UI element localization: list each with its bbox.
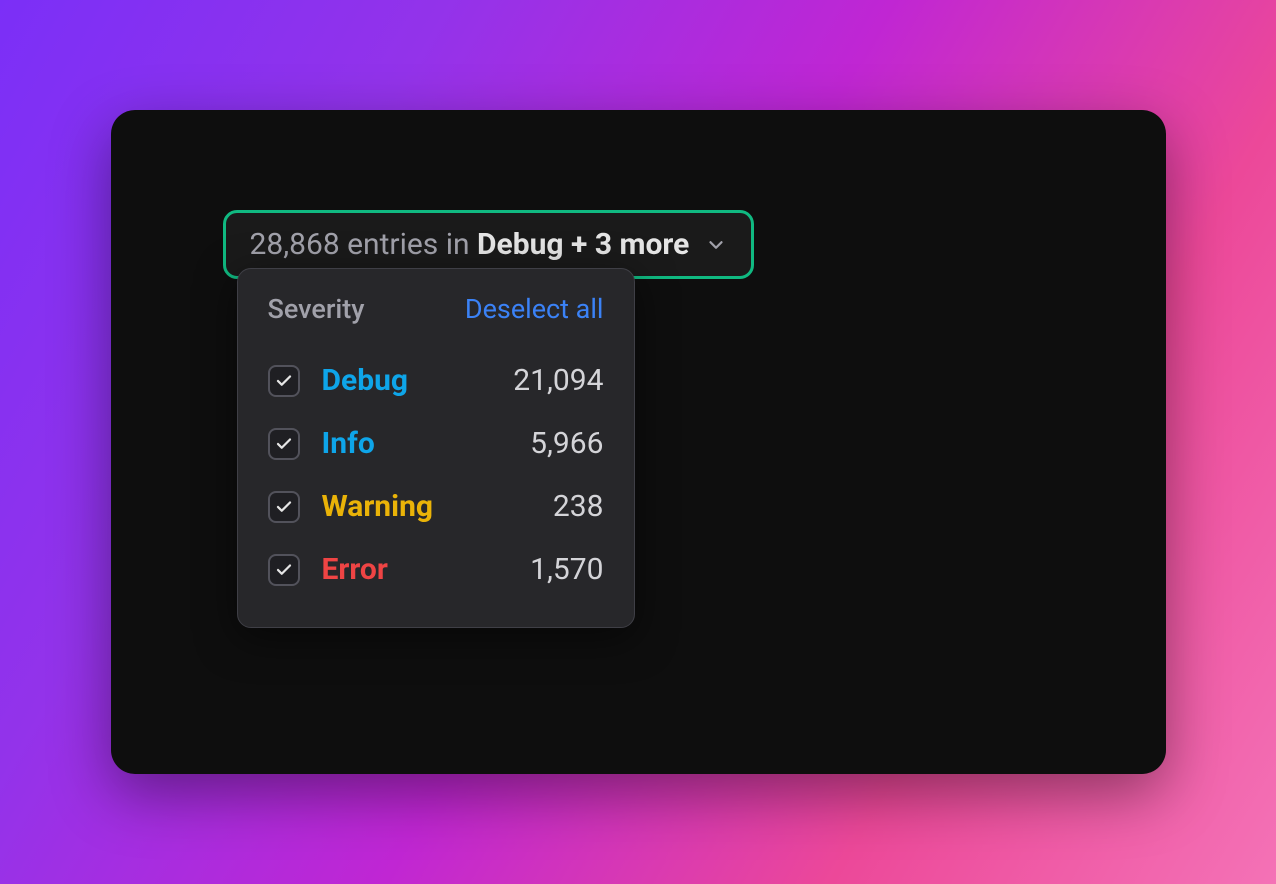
menu-header: Severity Deselect all [268,293,604,325]
option-count: 21,094 [513,363,603,398]
option-label: Warning [322,489,531,524]
checkbox-info[interactable] [268,428,300,460]
checkbox-warning[interactable] [268,491,300,523]
severity-option-info[interactable]: Info 5,966 [268,412,604,475]
option-count: 238 [553,489,604,524]
option-count: 5,966 [530,426,603,461]
chevron-down-icon [705,234,727,256]
severity-option-error[interactable]: Error 1,570 [268,538,604,601]
severity-dropdown-menu: Severity Deselect all Debug 21,094Info 5,9… [237,268,635,628]
severity-option-debug[interactable]: Debug 21,094 [268,349,604,412]
checkbox-debug[interactable] [268,365,300,397]
severity-option-warning[interactable]: Warning 238 [268,475,604,538]
trigger-prefix-text: 28,868 entries in [250,227,478,262]
deselect-all-link[interactable]: Deselect all [465,293,604,325]
checkbox-error[interactable] [268,554,300,586]
menu-title: Severity [268,293,365,325]
option-label: Debug [322,363,492,398]
trigger-selection-text: Debug + 3 more [477,227,689,262]
app-panel: 28,868 entries in Debug + 3 more Severit… [111,110,1166,774]
option-label: Error [322,552,509,587]
option-label: Info [322,426,509,461]
option-count: 1,570 [530,552,603,587]
